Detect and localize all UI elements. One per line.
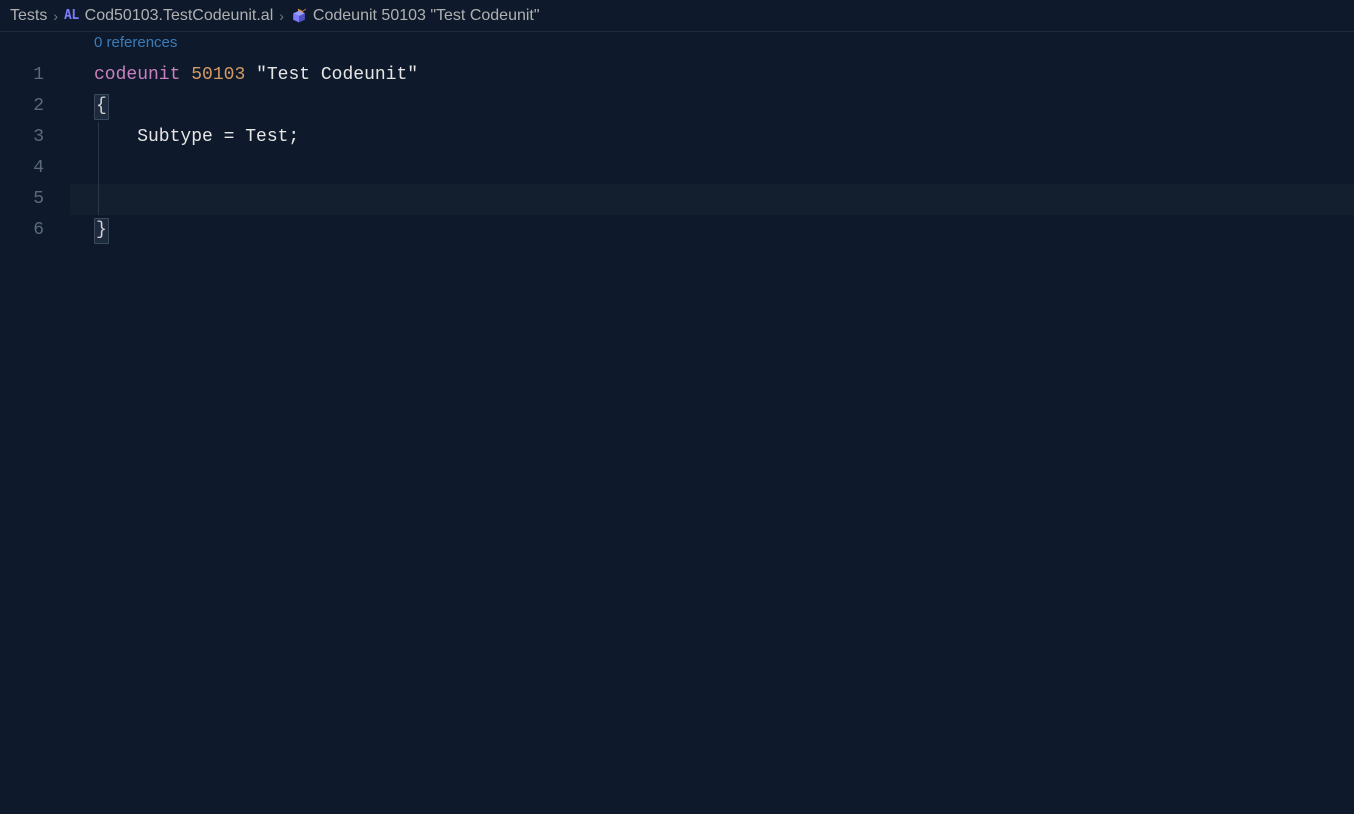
code-editor[interactable]: 1 2 3 4 5 6 0 references codeunit 50103 …: [0, 32, 1354, 246]
code-content[interactable]: 0 references codeunit 50103 "Test Codeun…: [70, 32, 1354, 246]
codelens-references[interactable]: 0 references: [70, 32, 1354, 60]
chevron-right-icon: ›: [53, 8, 58, 24]
line-gutter: 1 2 3 4 5 6: [0, 32, 70, 246]
code-line-active[interactable]: [70, 184, 1354, 215]
line-number: 2: [0, 91, 44, 122]
indent-guide: [98, 122, 99, 153]
code-line[interactable]: {: [70, 91, 1354, 122]
line-number: 5: [0, 184, 44, 215]
code-line[interactable]: Subtype = Test;: [70, 122, 1354, 153]
indent-guide: [98, 184, 99, 215]
codeunit-symbol-icon: [290, 7, 307, 24]
token-space: [180, 65, 191, 85]
token-space: [245, 65, 256, 85]
chevron-right-icon: ›: [279, 8, 284, 24]
breadcrumb: Tests › AL Cod50103.TestCodeunit.al › Co…: [0, 0, 1354, 32]
line-number: 1: [0, 60, 44, 91]
token-keyword: codeunit: [94, 65, 180, 85]
line-number: 3: [0, 122, 44, 153]
token-number: 50103: [191, 65, 245, 85]
code-line[interactable]: codeunit 50103 "Test Codeunit": [70, 60, 1354, 91]
brace-open: {: [94, 94, 109, 120]
breadcrumb-folder[interactable]: Tests: [10, 7, 47, 25]
line-number: 6: [0, 215, 44, 246]
brace-close: }: [94, 218, 109, 244]
breadcrumb-symbol[interactable]: Codeunit 50103 "Test Codeunit": [313, 7, 540, 25]
al-file-icon: AL: [64, 8, 79, 23]
token-text: Subtype = Test;: [94, 127, 299, 147]
line-number: 4: [0, 153, 44, 184]
code-line[interactable]: }: [70, 215, 1354, 246]
token-string: "Test Codeunit": [256, 65, 418, 85]
code-line[interactable]: [70, 153, 1354, 184]
indent-guide: [98, 153, 99, 184]
breadcrumb-file[interactable]: Cod50103.TestCodeunit.al: [85, 7, 274, 25]
